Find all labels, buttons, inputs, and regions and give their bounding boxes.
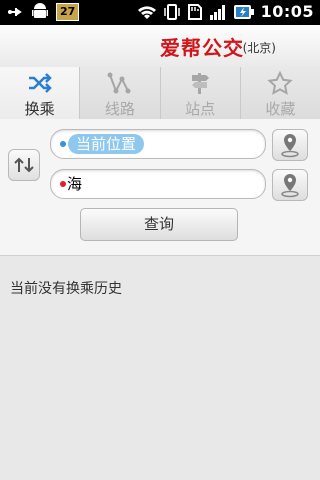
battery-charging-icon [233, 3, 255, 21]
usb-icon [6, 4, 24, 20]
origin-marker-dot [60, 141, 66, 147]
tab-favorites[interactable]: 收藏 [241, 67, 320, 119]
swap-icon [14, 157, 34, 173]
destination-map-pick-button[interactable] [272, 169, 308, 201]
destination-input[interactable]: 海 [50, 169, 266, 199]
swap-locations-button[interactable] [8, 149, 40, 181]
notification-count-badge: 27 [56, 3, 80, 21]
signal-icon [209, 3, 227, 21]
city-label[interactable]: (北京) [243, 39, 276, 56]
status-bar: 27 10:05 [0, 0, 320, 25]
transfer-form: 当前位置 海 查询 [0, 119, 320, 256]
stop-sign-icon [187, 71, 213, 95]
search-button[interactable]: 查询 [80, 208, 238, 241]
sd-card-icon [187, 3, 203, 21]
app-header: 爱帮公交 (北京) [0, 25, 320, 68]
origin-map-pick-button[interactable] [272, 129, 308, 161]
star-icon [267, 70, 294, 95]
tab-route[interactable]: 线路 [80, 67, 161, 119]
tab-label: 线路 [104, 100, 135, 118]
clock: 10:05 [260, 2, 314, 21]
destination-marker-dot [60, 181, 66, 187]
tab-transfer[interactable]: 换乘 [0, 67, 81, 119]
transfer-icon [27, 71, 53, 95]
empty-history-message: 当前没有换乘历史 [10, 281, 122, 297]
tab-bar: 换乘 线路 站点 收藏 [0, 67, 320, 120]
map-pin-icon [281, 174, 299, 198]
wifi-icon [137, 4, 157, 20]
vibrate-icon [163, 3, 181, 21]
android-icon [32, 3, 48, 21]
route-icon [107, 71, 133, 95]
map-pin-icon [281, 134, 299, 158]
current-location-chip[interactable]: 当前位置 [68, 134, 145, 154]
app-title: 爱帮公交 [160, 36, 244, 60]
destination-text: 海 [67, 175, 83, 193]
tab-stop[interactable]: 站点 [161, 67, 241, 119]
origin-input[interactable]: 当前位置 [50, 129, 266, 159]
tab-label: 换乘 [24, 100, 55, 118]
tab-label: 站点 [185, 100, 216, 118]
tab-label: 收藏 [265, 100, 296, 118]
